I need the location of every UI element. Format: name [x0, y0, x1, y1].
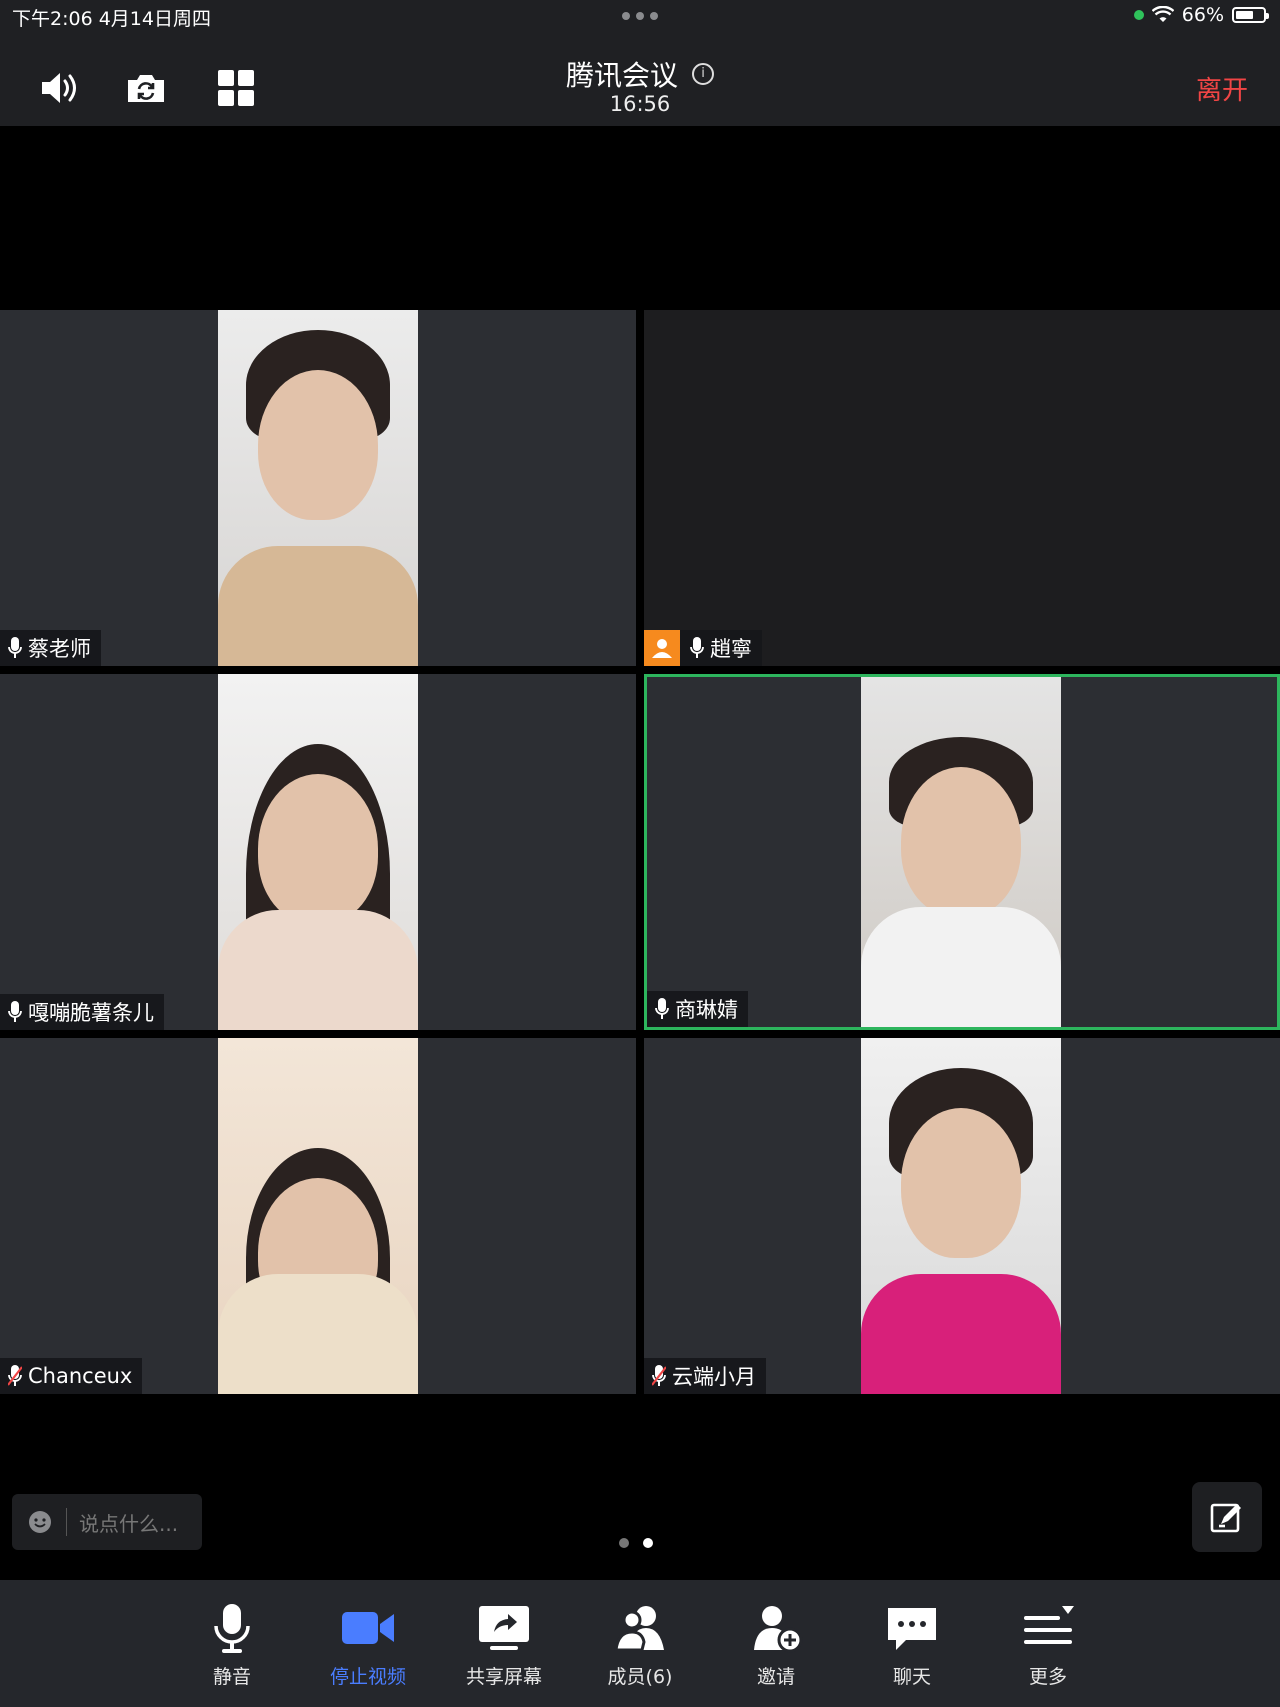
participant-name-tag: 嘎嘣脆薯条儿 [0, 994, 164, 1030]
mute-button[interactable]: 静音 [177, 1602, 287, 1689]
microphone-icon [690, 637, 704, 658]
annotate-button[interactable] [1192, 1482, 1262, 1552]
tool-label: 共享屏幕 [465, 1666, 542, 1688]
video-tile[interactable]: 趙寧 [644, 310, 1280, 666]
chat-bubble-icon [888, 1608, 936, 1650]
participant-name: 蔡老师 [28, 637, 91, 661]
battery-icon [1232, 7, 1269, 23]
participant-video [218, 674, 418, 1030]
info-icon[interactable]: i [692, 63, 714, 85]
stop-video-button[interactable]: 停止视频 [313, 1602, 423, 1689]
wifi-icon [1151, 6, 1174, 22]
participant-video [218, 1038, 418, 1394]
participant-name: 云端小月 [672, 1365, 756, 1389]
meeting-title-text: 腾讯会议 [565, 59, 678, 92]
avatar-icon [644, 630, 680, 666]
annotate-icon [1210, 1503, 1241, 1533]
more-menu-icon [1024, 1606, 1074, 1644]
video-tile[interactable]: 蔡老师 [0, 310, 636, 666]
status-time-date: 下午2:06 4月14日周四 [12, 8, 211, 30]
members-button[interactable]: 成员(6) [585, 1602, 695, 1689]
tool-label: 停止视频 [329, 1666, 406, 1688]
participant-name-tag: 趙寧 [644, 630, 762, 666]
share-screen-button[interactable]: 共享屏幕 [449, 1602, 559, 1689]
participant-name-tag: 云端小月 [644, 1358, 766, 1394]
microphone-icon [8, 637, 22, 658]
video-tile[interactable]: 云端小月 [644, 1038, 1280, 1394]
bottom-toolbar: 静音 停止视频 共享屏幕 成员(6) 邀请 聊天 更多 [0, 1580, 1280, 1707]
chat-placeholder: 说点什么... [79, 1511, 179, 1536]
more-button[interactable]: 更多 [993, 1602, 1103, 1689]
page-dot-current[interactable] [643, 1538, 653, 1548]
status-indicators: 66% [1133, 4, 1269, 26]
meeting-header: 腾讯会议 i 16:56 离开 [0, 34, 1280, 126]
status-bar: 下午2:06 4月14日周四 66% [0, 0, 1280, 34]
tool-label: 成员(6) [607, 1666, 673, 1688]
invite-icon [754, 1606, 803, 1653]
participant-name-tag: Chanceux [0, 1358, 143, 1394]
tool-label: 聊天 [892, 1666, 931, 1688]
tool-label: 更多 [1028, 1666, 1067, 1688]
participant-video [861, 677, 1061, 1027]
meeting-duration: 16:56 [609, 92, 671, 116]
participant-name: 商琳婧 [675, 998, 738, 1022]
participant-name-tag: 蔡老师 [0, 630, 101, 666]
leave-button[interactable]: 离开 [1196, 70, 1248, 107]
invite-button[interactable]: 邀请 [721, 1602, 831, 1689]
share-screen-icon [479, 1606, 529, 1650]
members-icon [614, 1606, 664, 1652]
microphone-icon [8, 1001, 22, 1022]
emoji-icon[interactable] [28, 1510, 52, 1534]
video-tile-active-speaker[interactable]: 商琳婧 [644, 674, 1280, 1030]
tool-label: 邀请 [756, 1666, 795, 1688]
participant-video [861, 1038, 1061, 1394]
page-indicator[interactable] [619, 1538, 653, 1548]
video-camera-icon [342, 1612, 394, 1644]
camera-in-use-icon [1133, 10, 1144, 20]
participant-name: 嘎嘣脆薯条儿 [28, 1001, 154, 1025]
tool-label: 静音 [212, 1666, 251, 1688]
battery-percent: 66% [1181, 4, 1224, 26]
divider [66, 1508, 67, 1536]
microphone-icon [655, 998, 669, 1019]
chat-input[interactable]: 说点什么... [12, 1494, 202, 1550]
page-dot[interactable] [619, 1538, 629, 1548]
video-tile[interactable]: Chanceux [0, 1038, 636, 1394]
meeting-title[interactable]: 腾讯会议 i [0, 54, 1280, 94]
participant-name: Chanceux [28, 1364, 133, 1388]
participant-name: 趙寧 [710, 637, 752, 661]
microphone-muted-icon [8, 1365, 22, 1386]
multitask-dots-icon[interactable] [622, 12, 658, 20]
participant-video [218, 310, 418, 666]
chat-button[interactable]: 聊天 [857, 1602, 967, 1689]
video-tile[interactable]: 嘎嘣脆薯条儿 [0, 674, 636, 1030]
microphone-icon [214, 1604, 250, 1653]
participant-name-tag: 商琳婧 [647, 991, 748, 1027]
microphone-muted-icon [652, 1365, 666, 1386]
